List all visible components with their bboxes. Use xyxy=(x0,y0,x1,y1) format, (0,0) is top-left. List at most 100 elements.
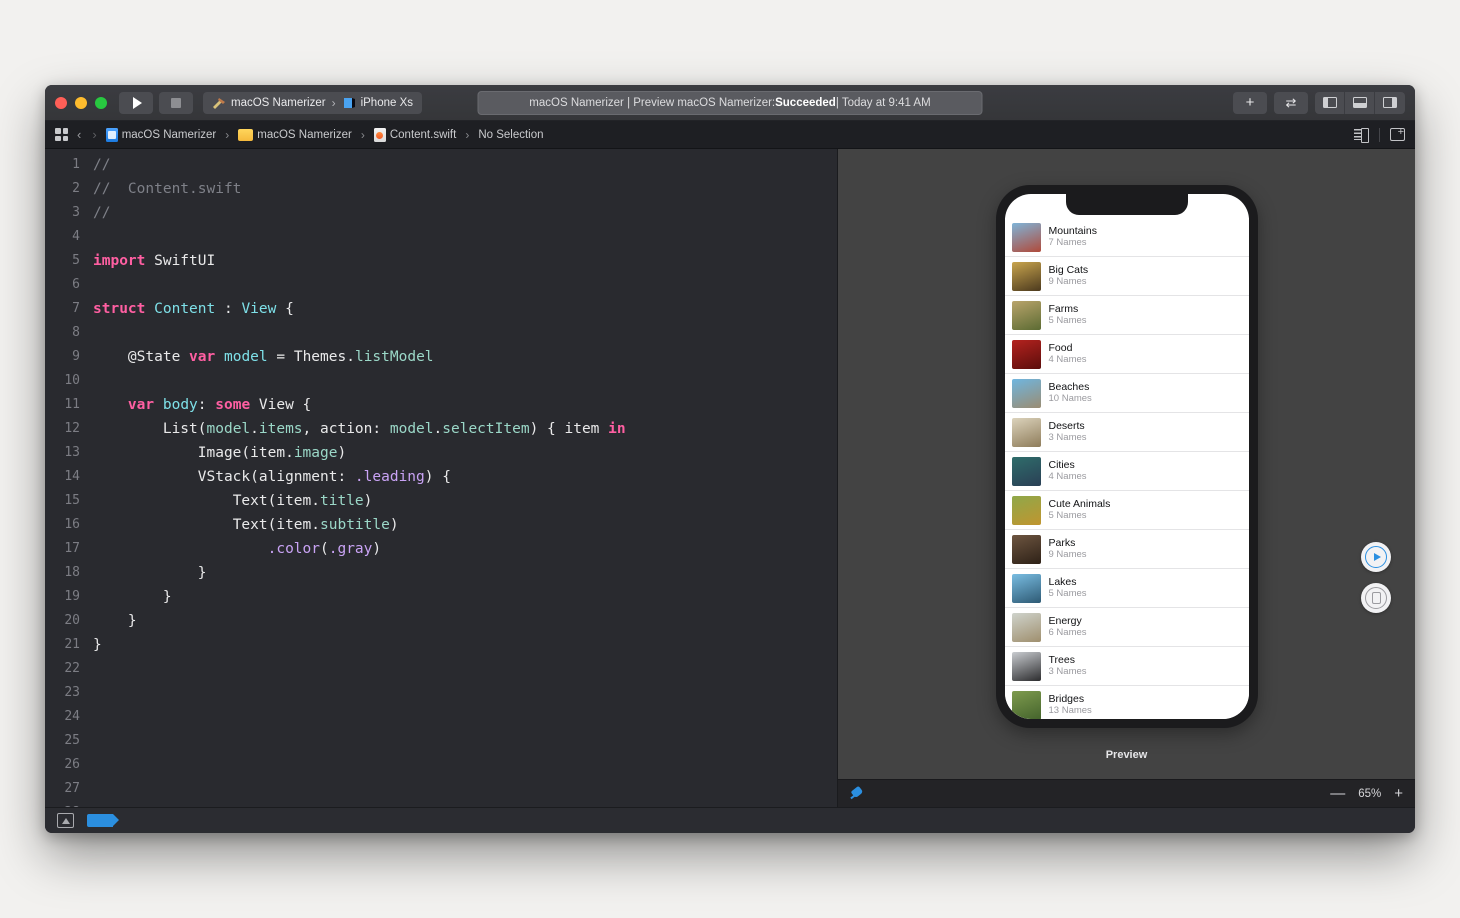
line-number: 18 xyxy=(45,561,93,585)
folder-icon xyxy=(238,129,253,141)
panel-bottom-icon xyxy=(1353,97,1367,108)
editor-canvas-split: 1//2// Content.swift3//45import SwiftUI6… xyxy=(45,149,1415,807)
line-number: 5 xyxy=(45,249,93,273)
list-item-subtitle: 3 Names xyxy=(1049,667,1087,678)
code-line: 14 VStack(alignment: .leading) { xyxy=(45,465,838,489)
swap-editor-button[interactable]: ⇄ xyxy=(1274,92,1308,114)
list-item-title: Bridges xyxy=(1049,693,1092,705)
breadcrumb-item-selection[interactable]: No Selection xyxy=(478,129,543,141)
list-item[interactable]: Energy6 Names xyxy=(1005,608,1249,647)
tag-icon[interactable] xyxy=(87,814,113,827)
list-item-title: Energy xyxy=(1049,615,1087,627)
code-text: } xyxy=(93,633,102,657)
list-item[interactable]: Beaches10 Names xyxy=(1005,374,1249,413)
scheme-selector[interactable]: macOS Namerizer › iPhone Xs xyxy=(203,92,422,114)
line-number: 16 xyxy=(45,513,93,537)
breadcrumb-separator-3: › xyxy=(465,128,469,142)
toggle-inspector-button[interactable] xyxy=(1375,92,1405,114)
toggle-navigator-button[interactable] xyxy=(1315,92,1345,114)
forward-button[interactable]: › xyxy=(90,127,98,142)
device-preview[interactable]: Mountains7 Names Big Cats9 NamesFarms5 Na… xyxy=(996,185,1258,728)
window-titlebar: macOS Namerizer › iPhone Xs macOS Nameri… xyxy=(45,85,1415,121)
list-item[interactable]: Cities4 Names xyxy=(1005,452,1249,491)
list-item-subtitle: 3 Names xyxy=(1049,433,1087,444)
list-item[interactable]: Deserts3 Names xyxy=(1005,413,1249,452)
toggle-debug-area-button[interactable] xyxy=(1345,92,1375,114)
code-line: 8 xyxy=(45,321,838,345)
canvas-bottom-bar: — 65% + xyxy=(838,779,1415,807)
preview-canvas: Mountains7 Names Big Cats9 NamesFarms5 Na… xyxy=(838,149,1415,807)
list-item-text: Mountains7 Names xyxy=(1049,225,1097,249)
code-line: 23 xyxy=(45,681,838,705)
code-text: } xyxy=(93,609,137,633)
list-item-subtitle: 6 Names xyxy=(1049,628,1087,639)
line-number: 2 xyxy=(45,177,93,201)
code-line: 24 xyxy=(45,705,838,729)
line-number: 7 xyxy=(45,297,93,321)
breadcrumb-item-folder[interactable]: macOS Namerizer xyxy=(238,129,352,141)
plus-icon: + xyxy=(1246,95,1255,110)
list-item-title: Parks xyxy=(1049,537,1087,549)
run-button[interactable] xyxy=(119,92,153,114)
list-item-subtitle: 5 Names xyxy=(1049,589,1087,600)
list-item[interactable]: Bridges13 Names xyxy=(1005,686,1249,719)
minimize-window-button[interactable] xyxy=(75,97,87,109)
live-preview-button[interactable] xyxy=(1361,542,1391,572)
list-item-thumbnail xyxy=(1012,262,1041,291)
zoom-controls: — 65% + xyxy=(1330,786,1403,801)
list-item-subtitle: 13 Names xyxy=(1049,706,1092,717)
code-line: 19 } xyxy=(45,585,838,609)
back-button[interactable]: ‹ xyxy=(75,127,83,142)
line-number: 22 xyxy=(45,657,93,681)
zoom-out-button[interactable]: — xyxy=(1330,786,1345,801)
device-settings-button[interactable] xyxy=(1361,583,1391,613)
code-line: 2// Content.swift xyxy=(45,177,838,201)
line-number: 20 xyxy=(45,609,93,633)
status-result: Succeeded xyxy=(775,97,836,109)
list-item-text: Beaches10 Names xyxy=(1049,381,1092,405)
list-item-text: Parks9 Names xyxy=(1049,537,1087,561)
list-item[interactable]: Mountains7 Names xyxy=(1005,218,1249,257)
list-item-subtitle: 9 Names xyxy=(1049,550,1087,561)
list-item-text: Cities4 Names xyxy=(1049,459,1087,483)
breadcrumb-item-file[interactable]: Content.swift xyxy=(374,128,456,142)
list-item-thumbnail xyxy=(1012,691,1041,720)
traffic-lights xyxy=(55,97,107,109)
minimap-icon[interactable] xyxy=(1354,128,1369,141)
swift-project-icon xyxy=(106,128,118,142)
stop-button[interactable] xyxy=(159,92,193,114)
close-window-button[interactable] xyxy=(55,97,67,109)
code-text: var body: some View { xyxy=(93,393,311,417)
list-item[interactable]: Lakes5 Names xyxy=(1005,569,1249,608)
line-number: 15 xyxy=(45,489,93,513)
list-item-text: Cute Animals5 Names xyxy=(1049,498,1111,522)
line-number: 1 xyxy=(45,153,93,177)
line-number: 11 xyxy=(45,393,93,417)
zoom-in-button[interactable]: + xyxy=(1394,786,1403,801)
play-icon xyxy=(133,97,142,109)
zoom-window-button[interactable] xyxy=(95,97,107,109)
issue-navigator-icon[interactable] xyxy=(57,813,74,828)
add-editor-button[interactable]: + xyxy=(1233,92,1267,114)
breadcrumb-label-selection: No Selection xyxy=(478,129,543,141)
code-line: 25 xyxy=(45,729,838,753)
add-editor-icon[interactable] xyxy=(1390,128,1405,141)
list-item[interactable]: Big Cats9 Names xyxy=(1005,257,1249,296)
code-line: 27 xyxy=(45,777,838,801)
list-item[interactable]: Trees3 Names xyxy=(1005,647,1249,686)
preview-list[interactable]: Mountains7 Names Big Cats9 NamesFarms5 Na… xyxy=(1005,194,1249,719)
related-items-icon[interactable] xyxy=(55,128,68,141)
pin-icon[interactable] xyxy=(850,787,864,801)
list-item[interactable]: Farms5 Names xyxy=(1005,296,1249,335)
code-line: 3// xyxy=(45,201,838,225)
line-number: 28 xyxy=(45,801,93,807)
breadcrumb-item-project[interactable]: macOS Namerizer xyxy=(106,128,217,142)
code-text: // Content.swift xyxy=(93,177,241,201)
code-text: struct Content : View { xyxy=(93,297,294,321)
list-item-title: Cute Animals xyxy=(1049,498,1111,510)
list-item[interactable]: Food4 Names xyxy=(1005,335,1249,374)
list-item[interactable]: Cute Animals5 Names xyxy=(1005,491,1249,530)
list-item[interactable]: Parks9 Names xyxy=(1005,530,1249,569)
source-editor[interactable]: 1//2// Content.swift3//45import SwiftUI6… xyxy=(45,149,838,807)
line-number: 12 xyxy=(45,417,93,441)
